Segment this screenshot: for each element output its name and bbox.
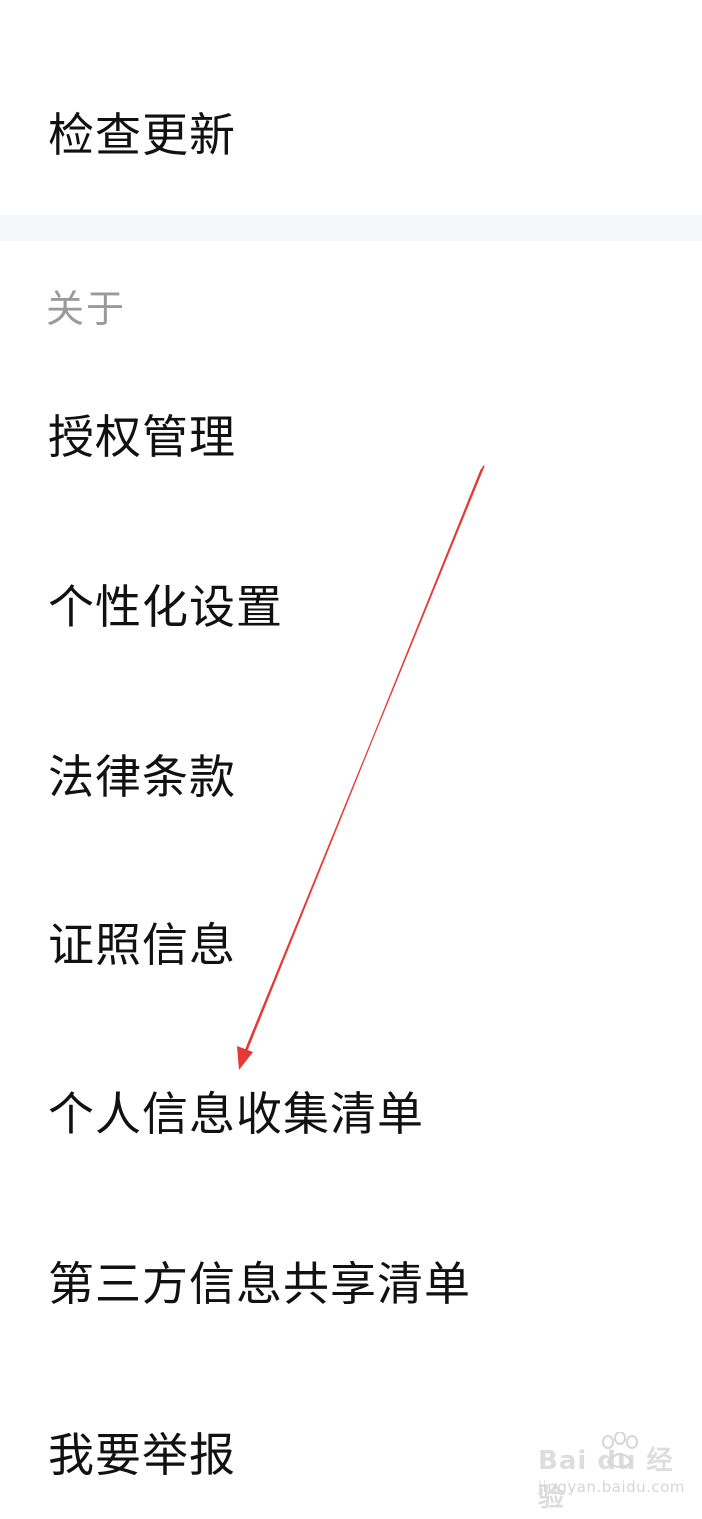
- personalization-settings-label: 个性化设置: [48, 580, 283, 634]
- watermark-url: jingyan.baidu.com: [538, 1478, 685, 1496]
- section-divider: [0, 215, 702, 241]
- report-label: 我要举报: [48, 1428, 236, 1482]
- check-update-item[interactable]: 检查更新: [0, 80, 702, 184]
- about-section-title: 关于: [46, 287, 127, 331]
- third-party-sharing-list-item[interactable]: 第三方信息共享清单: [0, 1229, 702, 1333]
- authorization-management-item[interactable]: 授权管理: [0, 382, 702, 486]
- personal-info-collection-list-item[interactable]: 个人信息收集清单: [0, 1059, 702, 1163]
- third-party-sharing-list-label: 第三方信息共享清单: [48, 1257, 471, 1311]
- paw-icon: [602, 1432, 638, 1468]
- authorization-management-label: 授权管理: [48, 410, 236, 464]
- legal-terms-item[interactable]: 法律条款: [0, 722, 702, 826]
- personalization-settings-item[interactable]: 个性化设置: [0, 552, 702, 656]
- personal-info-collection-list-label: 个人信息收集清单: [48, 1087, 424, 1141]
- check-update-label: 检查更新: [48, 108, 236, 162]
- baidu-jingyan-watermark: Bai du 经验 jingyan.baidu.com: [538, 1432, 684, 1513]
- license-info-label: 证照信息: [48, 918, 236, 972]
- legal-terms-label: 法律条款: [48, 750, 236, 804]
- license-info-item[interactable]: 证照信息: [0, 890, 702, 994]
